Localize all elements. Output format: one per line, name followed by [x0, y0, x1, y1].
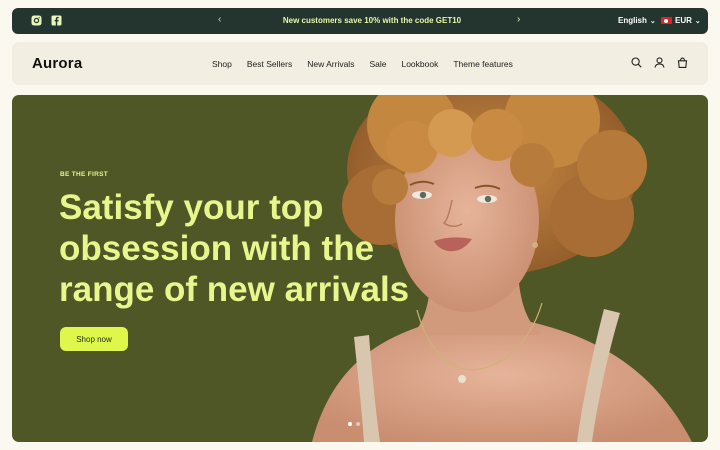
slider-dots: [348, 422, 360, 426]
hero-headline-line-2: obsession with the: [59, 229, 375, 268]
shop-now-button[interactable]: Shop now: [60, 327, 128, 351]
chevron-down-icon: ⌄: [649, 17, 656, 25]
announcement-bar: ‹ New customers save 10% with the code G…: [12, 8, 708, 34]
currency-label: EUR: [675, 16, 692, 25]
nav-item-sale[interactable]: Sale: [369, 59, 386, 69]
turkey-flag-icon: [661, 17, 672, 24]
facebook-icon[interactable]: [51, 15, 62, 26]
hero-headline-line-1: Satisfy your top: [59, 188, 324, 227]
announcement-message: New customers save 10% with the code GET…: [282, 16, 462, 25]
nav-item-new-arrivals[interactable]: New Arrivals: [307, 59, 354, 69]
search-icon[interactable]: [631, 57, 642, 68]
nav-item-best-sellers[interactable]: Best Sellers: [247, 59, 292, 69]
social-links: [31, 15, 62, 26]
currency-selector[interactable]: EUR ⌄: [661, 16, 701, 25]
nav-item-shop[interactable]: Shop: [212, 59, 232, 69]
nav-item-theme-features[interactable]: Theme features: [453, 59, 513, 69]
site-header: Aurora Shop Best Sellers New Arrivals Sa…: [12, 42, 708, 85]
header-icons: [631, 57, 688, 68]
instagram-icon[interactable]: [31, 15, 42, 26]
logo[interactable]: Aurora: [32, 55, 82, 72]
language-selector[interactable]: English ⌄: [618, 16, 656, 25]
main-nav: Shop Best Sellers New Arrivals Sale Look…: [212, 59, 513, 69]
chevron-left-icon[interactable]: ‹: [218, 14, 221, 25]
nav-item-lookbook[interactable]: Lookbook: [401, 59, 438, 69]
hero-headline: Satisfy your top obsession with the rang…: [59, 187, 419, 310]
hero-eyebrow: BE THE FIRST: [60, 171, 109, 178]
hero-banner: BE THE FIRST Satisfy your top obsession …: [12, 95, 708, 442]
account-icon[interactable]: [654, 57, 665, 68]
chevron-down-icon: ⌄: [694, 17, 701, 25]
language-label: English: [618, 16, 647, 25]
slider-dot-1[interactable]: [348, 422, 352, 426]
chevron-right-icon[interactable]: ›: [517, 14, 520, 25]
hero-headline-line-3: range of new arrivals: [59, 270, 410, 309]
slider-dot-2[interactable]: [356, 422, 360, 426]
cart-icon[interactable]: [677, 57, 688, 68]
